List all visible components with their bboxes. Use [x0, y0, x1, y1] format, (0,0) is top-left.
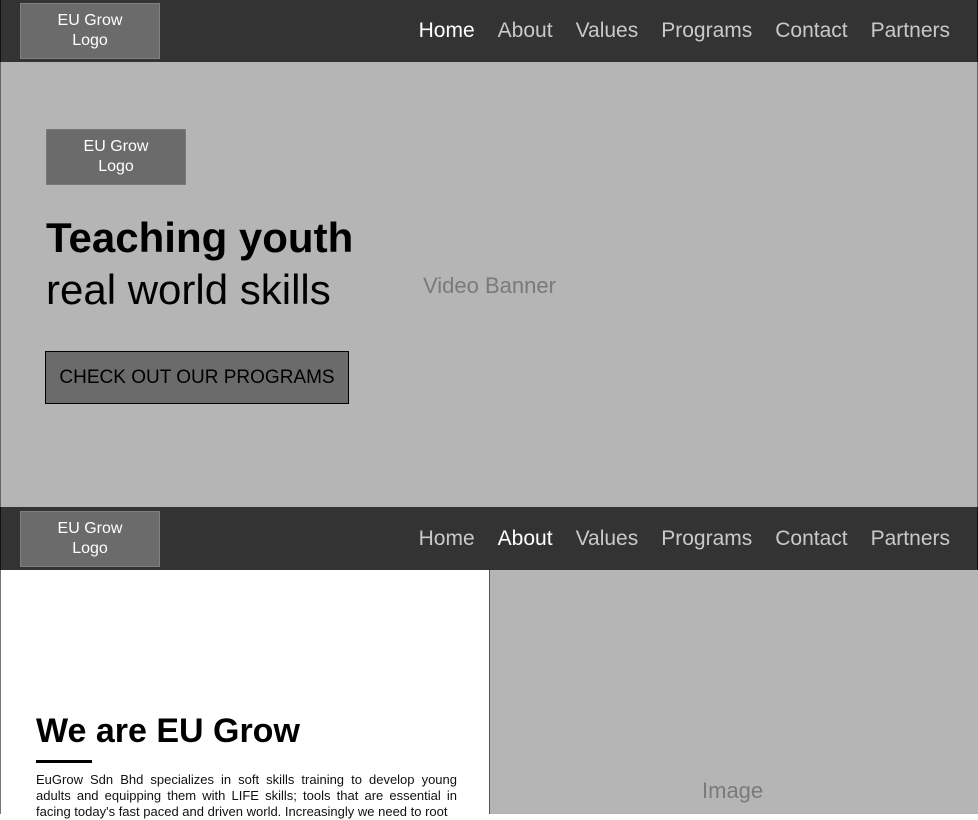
nav-link-values[interactable]: Values [576, 527, 639, 551]
nav-link-partners[interactable]: Partners [871, 19, 950, 43]
check-out-programs-button[interactable]: CHECK OUT OUR PROGRAMS [45, 351, 349, 404]
heading-underline [36, 760, 92, 763]
nav-link-about[interactable]: About [498, 527, 553, 551]
site-logo[interactable]: EU Grow Logo [20, 511, 160, 567]
about-text-column: We are EU Grow EuGrow Sdn Bhd specialize… [0, 570, 489, 819]
nav-link-home[interactable]: Home [419, 527, 475, 551]
nav-link-contact[interactable]: Contact [775, 19, 847, 43]
hero-video-banner: EU Grow Logo Teaching youth real world s… [0, 62, 978, 507]
nav-link-programs[interactable]: Programs [661, 19, 752, 43]
hero-logo: EU Grow Logo [46, 129, 186, 185]
nav-link-programs[interactable]: Programs [661, 527, 752, 551]
nav-link-partners[interactable]: Partners [871, 527, 950, 551]
image-placeholder-label: Image [702, 778, 764, 803]
site-logo[interactable]: EU Grow Logo [20, 3, 160, 59]
about-heading: We are EU Grow [36, 712, 300, 750]
nav-links: Home About Values Programs Contact Partn… [419, 0, 950, 62]
about-page-navbar: EU Grow Logo Home About Values Programs … [0, 507, 978, 570]
nav-link-contact[interactable]: Contact [775, 527, 847, 551]
nav-link-about[interactable]: About [498, 19, 553, 43]
video-banner-placeholder-label: Video Banner [423, 273, 556, 298]
nav-links: Home About Values Programs Contact Partn… [419, 507, 950, 570]
hero-title-light: real world skills [46, 266, 331, 313]
nav-link-values[interactable]: Values [576, 19, 639, 43]
top-navbar: EU Grow Logo Home About Values Programs … [0, 0, 978, 62]
about-image-placeholder: Image [489, 570, 978, 814]
hero-title-bold: Teaching youth [46, 214, 354, 261]
about-paragraph: EuGrow Sdn Bhd specializes in soft skill… [36, 772, 457, 819]
nav-link-home[interactable]: Home [419, 19, 475, 43]
